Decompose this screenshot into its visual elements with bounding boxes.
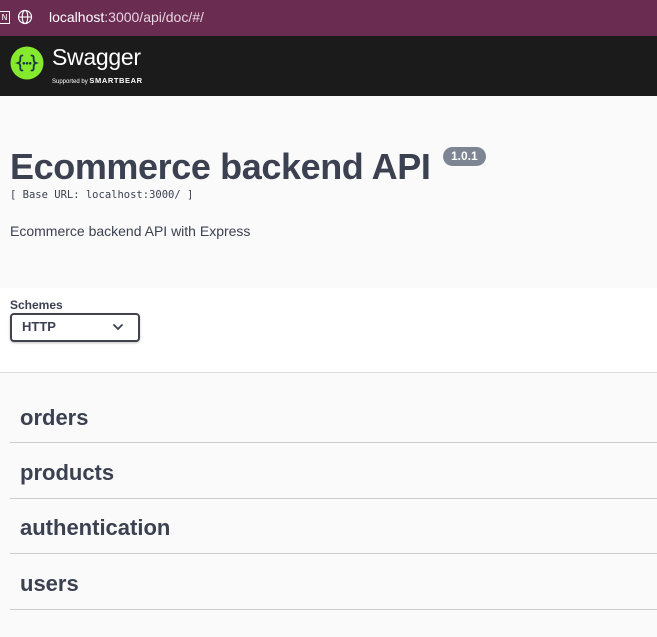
tag-label-orders: orders <box>20 405 89 430</box>
browser-address-bar: N localhost:3000/api/doc/#/ <box>0 0 657 36</box>
supported-by-label: Supported by <box>52 79 88 85</box>
base-url: [ Base URL: localhost:3000/ ] <box>10 189 194 201</box>
swagger-topbar: Swagger Supported by SMARTBEAR <box>0 36 657 96</box>
tag-label-users: users <box>20 571 79 596</box>
chevron-down-icon <box>113 324 123 330</box>
api-description: Ecommerce backend API with Express <box>10 223 251 239</box>
globe-icon <box>17 9 33 25</box>
supported-by-text: Supported by SMARTBEAR <box>52 76 143 85</box>
tab-icon[interactable]: N <box>0 11 10 24</box>
tag-label-authentication: authentication <box>20 515 171 540</box>
schemes-selected-value: HTTP <box>22 319 56 334</box>
swagger-logo-icon[interactable] <box>10 46 44 80</box>
api-info: Ecommerce backend API 1.0.1 [ Base URL: … <box>0 96 657 288</box>
schemes-label: Schemes <box>10 298 63 312</box>
schemes-select[interactable]: HTTP <box>10 313 140 342</box>
version-badge: 1.0.1 <box>443 147 486 166</box>
url-host: localhost <box>49 9 105 25</box>
tag-section-products[interactable]: products <box>10 443 657 499</box>
tag-section-orders[interactable]: orders <box>10 387 657 443</box>
tag-section-authentication[interactable]: authentication <box>10 498 657 554</box>
schemes-container: Schemes HTTP <box>0 288 657 373</box>
api-title: Ecommerce backend API <box>10 146 431 187</box>
tag-section-users[interactable]: users <box>10 554 657 610</box>
tag-label-products: products <box>20 460 115 485</box>
url-field[interactable]: localhost:3000/api/doc/#/ <box>49 9 204 25</box>
swagger-brand: Swagger <box>52 44 141 70</box>
url-path: :3000/api/doc/#/ <box>104 9 204 25</box>
smartbear-label: SMARTBEAR <box>89 76 143 85</box>
